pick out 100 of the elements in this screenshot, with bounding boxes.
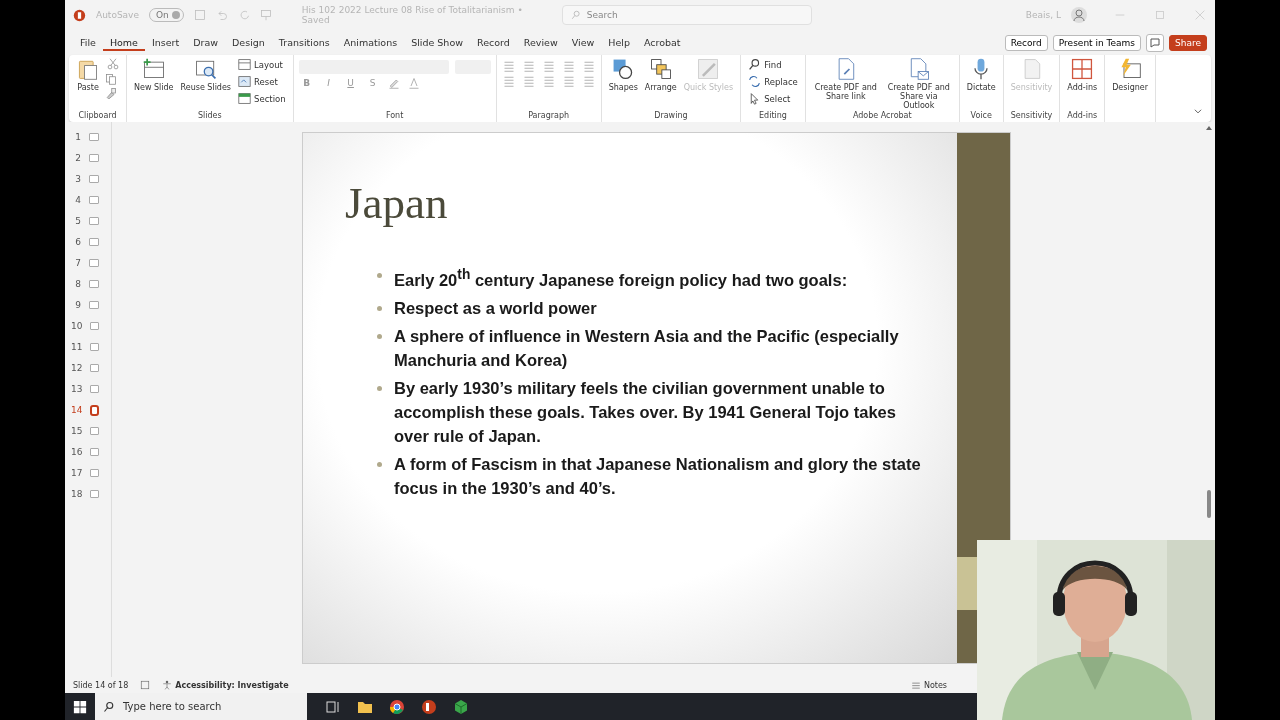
bullet-text: A form of Fascism in that Japanese Nationalism and glory the state focus in the 1930’s and 40’s. xyxy=(394,453,922,499)
bullet-icon xyxy=(377,385,382,391)
ribbon-button[interactable]: Layout xyxy=(236,57,288,72)
slide-thumbnail[interactable]: 5 xyxy=(65,214,111,228)
slide-thumbnail[interactable]: 12 xyxy=(65,361,111,375)
group-label: Slides xyxy=(196,111,223,122)
menu-tab[interactable]: Slide Show xyxy=(404,34,470,51)
slide-thumbnail[interactable]: 16 xyxy=(65,445,111,459)
menu-tab[interactable]: Draw xyxy=(186,34,226,51)
user-name: Beais, L xyxy=(1025,10,1061,20)
search-icon xyxy=(103,700,115,713)
ribbon-button[interactable]: Reuse Slides xyxy=(178,57,234,92)
reset-icon xyxy=(238,75,252,88)
section-icon xyxy=(238,92,252,105)
accessibility-status[interactable]: Accessibility: Investigate xyxy=(175,680,289,690)
menu-tab[interactable]: Insert xyxy=(144,34,187,51)
chevron-icon[interactable] xyxy=(1193,106,1203,116)
cursor-icon xyxy=(748,92,762,105)
ribbon-button[interactable]: Shapes xyxy=(606,57,640,92)
group-label: Clipboard xyxy=(77,111,118,122)
ribbon-button[interactable]: Section xyxy=(236,91,288,106)
menu-tab[interactable]: View xyxy=(564,34,602,51)
copy-icon[interactable] xyxy=(105,73,117,85)
brush-icon xyxy=(696,57,721,81)
slide-thumbnail[interactable]: 18 xyxy=(65,487,111,501)
slide-thumbnail[interactable]: 4 xyxy=(65,193,111,207)
group-label: Drawing xyxy=(653,111,689,122)
menu-tab[interactable]: Home xyxy=(102,34,145,51)
notes-button[interactable]: Notes xyxy=(923,680,947,690)
save-icon[interactable] xyxy=(193,9,206,21)
search-field[interactable]: Search xyxy=(561,5,812,25)
ribbon-button[interactable]: Paste xyxy=(74,57,102,92)
menu-tab[interactable]: Help xyxy=(601,34,637,51)
presentation-icon[interactable] xyxy=(259,9,272,21)
slide-thumbnail[interactable]: 7 xyxy=(65,256,111,270)
menu-tab[interactable]: Acrobat xyxy=(636,34,688,51)
bullet-icon xyxy=(377,305,382,311)
action-button[interactable]: Present in Teams xyxy=(1052,34,1141,51)
slide-thumbnail[interactable]: 2 xyxy=(65,151,111,165)
slide-thumbnail[interactable]: 17 xyxy=(65,466,111,480)
menu-tab[interactable]: Animations xyxy=(336,34,405,51)
notes-view-icon[interactable] xyxy=(140,680,151,690)
autosave-label: AutoSave xyxy=(96,10,139,20)
group-label: Sensitivity xyxy=(1009,111,1054,122)
search-icon xyxy=(570,10,581,20)
accessibility-icon[interactable] xyxy=(162,680,173,690)
ribbon-button[interactable]: Find xyxy=(746,57,800,72)
slide-thumbnail[interactable]: 15 xyxy=(65,424,111,438)
ribbon-button[interactable]: Arrange xyxy=(642,57,679,92)
windows-icon[interactable] xyxy=(73,699,87,714)
group-label: Editing xyxy=(758,111,788,122)
bullet-icon xyxy=(377,333,382,339)
bullet-text: By early 1930’s military feels the civilian government unable to accomplish these goals. Takes over. By 1941 General Tojo takes over rule of Japan. xyxy=(394,377,897,447)
slide-title: Japan xyxy=(345,177,449,229)
slide-thumbnail[interactable]: 13 xyxy=(65,382,111,396)
ribbon-button[interactable]: New Slide xyxy=(132,57,176,92)
ribbon-button[interactable]: Create PDF and Share link xyxy=(810,57,881,101)
action-button[interactable]: Record xyxy=(1004,34,1048,51)
ribbon-button[interactable]: Create PDF and Share via Outlook xyxy=(883,57,954,110)
group-label: Font xyxy=(384,111,405,122)
menu-tab[interactable]: Design xyxy=(225,34,272,51)
maximize-icon[interactable] xyxy=(1153,8,1167,22)
taskbar-search-field[interactable]: Type here to search xyxy=(95,693,307,720)
group-label: Adobe Acrobat xyxy=(851,111,913,122)
notes-icon[interactable] xyxy=(910,680,921,690)
slide-thumbnail[interactable]: 11 xyxy=(65,340,111,354)
close-icon[interactable] xyxy=(1193,8,1207,22)
menu-tab[interactable]: File xyxy=(73,34,103,51)
browser-icon[interactable] xyxy=(389,698,405,715)
ribbon-button[interactable]: Add-ins xyxy=(1065,57,1100,92)
search-icon xyxy=(748,58,762,71)
cube-icon[interactable] xyxy=(453,698,469,715)
ribbon-button[interactable]: Select xyxy=(746,91,800,106)
ribbon-button[interactable]: Dictate xyxy=(964,57,998,92)
task-view-icon[interactable] xyxy=(325,698,341,715)
action-button[interactable]: Share xyxy=(1169,34,1207,51)
menu-tab[interactable]: Record xyxy=(470,34,517,51)
slide-thumbnail[interactable]: 9 xyxy=(65,298,111,312)
brush-icon[interactable] xyxy=(105,87,117,99)
presentation-app-icon[interactable] xyxy=(421,698,437,715)
replace-icon xyxy=(748,75,762,88)
group-label: Paragraph xyxy=(527,111,571,122)
slide-thumbnail[interactable]: 1 xyxy=(65,130,111,144)
slide-thumbnail[interactable]: 3 xyxy=(65,172,111,186)
ribbon-button[interactable]: Designer xyxy=(1110,57,1151,92)
bullet-text: Early 20$^{th}$ century Japanese foreign policy had two goals: xyxy=(394,266,848,291)
slide-thumbnail[interactable]: 10 xyxy=(65,319,111,333)
menu-tab[interactable]: Review xyxy=(516,34,565,51)
menu-tab[interactable]: Transitions xyxy=(271,34,337,51)
redo-icon[interactable] xyxy=(237,9,250,21)
group-label: Add-ins xyxy=(1066,111,1099,122)
avatar-icon[interactable] xyxy=(1071,7,1087,23)
ribbon-button[interactable]: Reset xyxy=(236,74,288,89)
ribbon-button[interactable]: Replace xyxy=(746,74,800,89)
bullet-icon xyxy=(377,461,382,467)
slide-thumbnail[interactable]: 14 xyxy=(65,403,111,417)
scissors-icon[interactable] xyxy=(105,57,121,71)
comment-icon[interactable] xyxy=(1146,33,1164,52)
slide-thumbnail[interactable]: 8 xyxy=(65,277,111,291)
slide-thumbnail[interactable]: 6 xyxy=(65,235,111,249)
